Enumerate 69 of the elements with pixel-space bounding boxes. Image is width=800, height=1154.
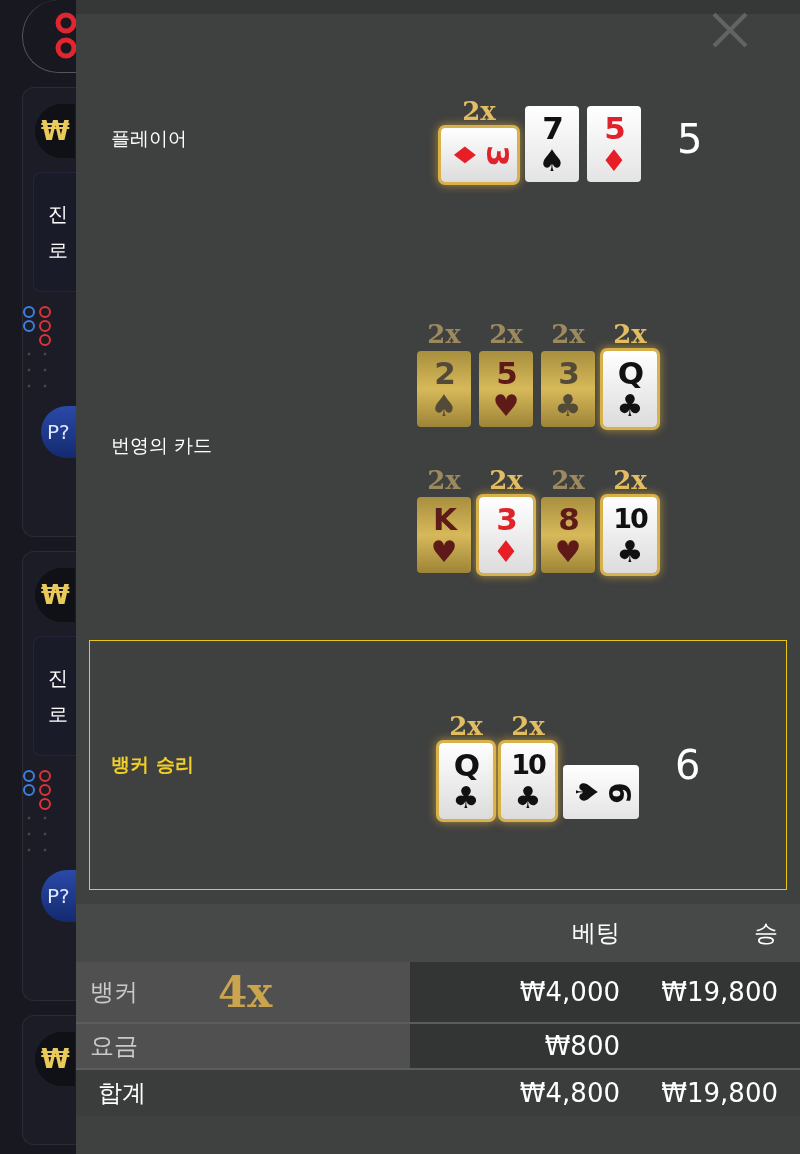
bet-amount: ₩800 [544, 1031, 620, 1061]
banker-total: 6 [675, 742, 701, 788]
win-amount: ₩19,800 [661, 1078, 779, 1108]
suit-icon: ♣ [554, 391, 582, 421]
column-header: 베팅 [572, 918, 620, 949]
suit-icon: ♣ [616, 537, 644, 567]
card-rank: 5 [496, 357, 516, 389]
multiplier-label: 2x [449, 711, 483, 741]
table-card[interactable]: ₩ 진 로 P? [22, 87, 76, 537]
bet-amount: ₩4,000 [519, 977, 620, 1007]
card-rank: 6 [603, 782, 636, 802]
suit-icon: ♥ [492, 391, 520, 421]
card-rank: 3 [558, 357, 578, 389]
currency-chip: ₩ [35, 104, 75, 158]
suit-icon: ♥ [430, 537, 458, 567]
card-rank: Q [453, 749, 479, 781]
multiplier-label: 2x [511, 711, 545, 741]
card-rank: 10 [511, 749, 545, 781]
predict-button[interactable]: P? [41, 406, 76, 458]
multiplier-label: 4x [218, 967, 273, 1017]
table-card[interactable]: ₩ 진 로 P? [22, 551, 76, 1001]
card-rank: 5 [604, 112, 624, 144]
predict-button[interactable]: P? [41, 870, 76, 922]
suit-icon: ♣ [616, 391, 644, 421]
suit-icon: ♥ [554, 537, 582, 567]
player-total: 5 [677, 116, 703, 162]
card-rank: 3 [496, 503, 516, 535]
suit-icon: ♣ [452, 783, 480, 813]
multiplier-label: 2x [551, 465, 585, 495]
multiplier-label: 2x [462, 96, 496, 126]
lucky-cards-label: 번영의 카드 [110, 433, 213, 458]
message-text: 로 [48, 237, 69, 263]
multiplier-label: 2x [489, 319, 523, 349]
row-label: 요금 [90, 1031, 138, 1062]
multiplier-label: 2x [427, 465, 461, 495]
suit-icon: ♠ [571, 778, 602, 806]
suit-icon: ♦ [600, 146, 628, 176]
row-label: 합계 [98, 1078, 146, 1109]
message-text: 로 [48, 701, 69, 727]
message-text: 진 [48, 201, 69, 227]
column-header: 승 [754, 918, 779, 949]
suit-icon: ♠ [538, 146, 566, 176]
banker-win-label: 뱅커 승리 [110, 752, 194, 777]
multiplier-label: 2x [427, 319, 461, 349]
multiplier-label: 2x [613, 319, 647, 349]
multiplier-label: 2x [613, 465, 647, 495]
player-label: 플레이어 [110, 126, 187, 151]
card-rank: 8 [558, 503, 578, 535]
win-amount: ₩19,800 [661, 977, 779, 1007]
card-rank: Q [617, 357, 643, 389]
logo-icon [55, 11, 76, 61]
row-label: 뱅커 [90, 977, 138, 1008]
suit-icon: ♠ [430, 391, 458, 421]
message-text: 진 [48, 665, 69, 691]
currency-chip: ₩ [35, 568, 75, 622]
suit-icon: ♦ [492, 537, 520, 567]
currency-chip: ₩ [35, 1032, 75, 1086]
suit-icon: ♦ [449, 141, 480, 169]
card-rank: 2 [434, 357, 454, 389]
multiplier-label: 2x [551, 319, 585, 349]
card-rank: K [433, 503, 455, 535]
card-rank: 3 [481, 145, 514, 165]
bet-amount: ₩4,800 [519, 1078, 620, 1108]
card-rank: 10 [613, 503, 647, 535]
multiplier-label: 2x [489, 465, 523, 495]
close-icon[interactable] [710, 10, 750, 50]
table-card[interactable]: ₩ [22, 1015, 76, 1145]
suit-icon: ♣ [514, 783, 542, 813]
card-rank: 7 [542, 112, 562, 144]
